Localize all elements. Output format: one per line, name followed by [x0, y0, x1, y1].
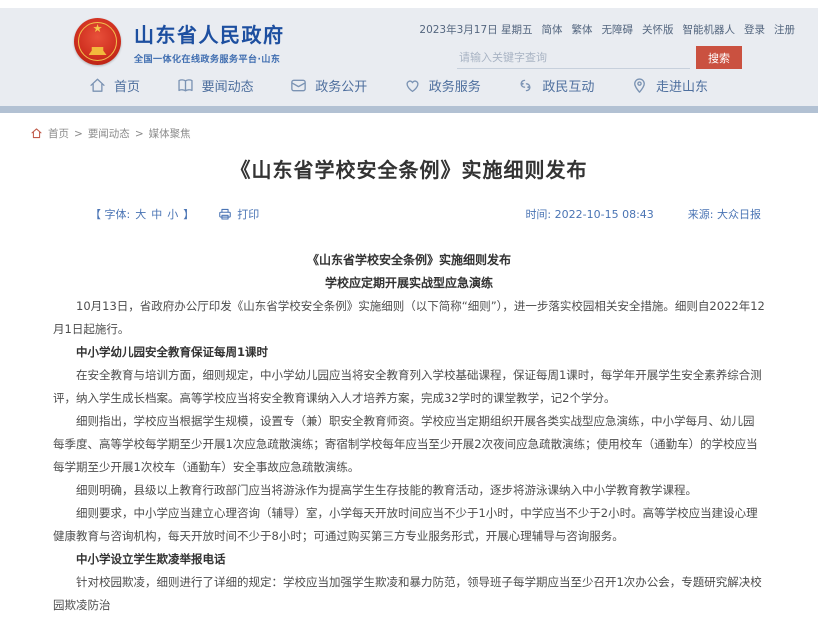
nav-separator-bar	[0, 106, 818, 113]
main-content: 首页 > 要闻动态 > 媒体聚焦 《山东省学校安全条例》实施细则发布 【 字体:…	[0, 113, 818, 617]
nav-item-label: 走进山东	[656, 76, 708, 95]
article-source: 来源: 大众日报	[688, 206, 761, 222]
top-link-simplified[interactable]: 简体	[542, 22, 563, 37]
print-button-label: 打印	[237, 206, 259, 222]
article-meta-row: 【 字体: 大 中 小 】 打印 时间:	[53, 206, 765, 222]
breadcrumb: 首页 > 要闻动态 > 媒体聚焦	[0, 113, 818, 141]
site-header: ★ 山东省人民政府 全国一体化在线政务服务平台·山东 2023年3月17日 星期…	[0, 8, 818, 106]
top-white-strip	[0, 0, 818, 8]
article: 《山东省学校安全条例》实施细则发布 【 字体: 大 中 小 】 打印	[53, 154, 765, 617]
print-button[interactable]: 打印	[218, 206, 259, 222]
home-icon	[88, 76, 107, 95]
printer-icon	[218, 207, 232, 221]
national-emblem-icon: ★	[74, 18, 121, 65]
meta-left: 【 字体: 大 中 小 】 打印	[90, 206, 259, 222]
article-paragraph: 细则明确，县级以上教育行政部门应当将游泳作为提高学生生存技能的教育活动，逐步将游…	[53, 479, 765, 502]
header-right: 2023年3月17日 星期五 简体 繁体 无障碍 关怀版 智能机器人 登录 注册…	[419, 18, 818, 69]
brand-text: 山东省人民政府 全国一体化在线政务服务平台·山东	[134, 19, 285, 65]
main-nav: 首页 要闻动态 政务公开 政务服务	[0, 70, 818, 106]
font-size-control: 【 字体: 大 中 小 】	[90, 206, 194, 222]
nav-item-news[interactable]: 要闻动态	[176, 76, 254, 95]
font-size-medium-button[interactable]: 中	[151, 206, 162, 222]
font-control-suffix: 】	[183, 206, 194, 222]
nav-item-gov-interaction[interactable]: 政民互动	[516, 76, 594, 95]
breadcrumb-item-news[interactable]: 要闻动态	[88, 126, 130, 141]
site-title: 山东省人民政府	[134, 19, 285, 48]
meta-right: 时间: 2022-10-15 08:43 来源: 大众日报	[525, 206, 761, 222]
top-link-login[interactable]: 登录	[744, 22, 765, 37]
search-input[interactable]	[457, 47, 690, 69]
top-link-traditional[interactable]: 繁体	[572, 22, 593, 37]
article-paragraph: 10月13日，省政府办公厅印发《山东省学校安全条例》实施细则（以下简称“细则”）…	[53, 295, 765, 341]
date-text: 2023年3月17日 星期五	[419, 22, 532, 37]
breadcrumb-item-home[interactable]: 首页	[48, 126, 69, 141]
font-size-large-button[interactable]: 大	[135, 206, 146, 222]
article-section-heading: 中小学幼儿园安全教育保证每周1课时	[53, 341, 765, 364]
breadcrumb-item-media-focus: 媒体聚焦	[149, 126, 191, 141]
article-paragraph: 细则要求，中小学应当建立心理咨询（辅导）室，小学每天开放时间应当不少于1小时，中…	[53, 502, 765, 548]
nav-item-gov-service[interactable]: 政务服务	[403, 76, 481, 95]
font-size-small-button[interactable]: 小	[167, 206, 178, 222]
nav-item-label: 政务公开	[315, 76, 367, 95]
article-section-heading: 中小学设立学生欺凌举报电话	[53, 548, 765, 571]
nav-item-label: 政务服务	[429, 76, 481, 95]
brand-logo-link[interactable]: ★ 山东省人民政府 全国一体化在线政务服务平台·山东	[74, 18, 285, 65]
search-button[interactable]: 搜索	[696, 46, 742, 69]
nav-item-home[interactable]: 首页	[88, 76, 140, 95]
header-top: ★ 山东省人民政府 全国一体化在线政务服务平台·山东 2023年3月17日 星期…	[0, 8, 818, 70]
page-title: 《山东省学校安全条例》实施细则发布	[53, 154, 765, 183]
heart-icon	[403, 76, 422, 95]
nav-item-label: 政民互动	[542, 76, 594, 95]
article-subtitle-2: 学校应定期开展实战型应急演练	[53, 272, 765, 295]
nav-item-into-shandong[interactable]: 走进山东	[630, 76, 708, 95]
nav-item-label: 首页	[114, 76, 140, 95]
article-paragraph: 针对校园欺凌，细则进行了详细的规定：学校应当加强学生欺凌和暴力防范，领导班子每学…	[53, 571, 765, 617]
breadcrumb-separator: >	[74, 128, 83, 140]
font-control-prefix: 【 字体:	[90, 206, 130, 222]
site-subtitle: 全国一体化在线政务服务平台·山东	[134, 52, 285, 65]
nav-item-label: 要闻动态	[202, 76, 254, 95]
chat-brackets-icon	[516, 76, 535, 95]
news-icon	[176, 76, 195, 95]
utility-row: 2023年3月17日 星期五 简体 繁体 无障碍 关怀版 智能机器人 登录 注册	[419, 22, 795, 37]
top-link-care-version[interactable]: 关怀版	[642, 22, 674, 37]
top-link-register[interactable]: 注册	[774, 22, 795, 37]
publish-time: 时间: 2022-10-15 08:43	[525, 206, 653, 222]
article-subtitle-1: 《山东省学校安全条例》实施细则发布	[53, 249, 765, 272]
breadcrumb-separator: >	[135, 128, 144, 140]
map-pin-icon	[630, 76, 649, 95]
search-bar: 搜索	[457, 46, 742, 69]
article-paragraph: 细则指出，学校应当根据学生规模，设置专（兼）职安全教育师资。学校应当定期组织开展…	[53, 410, 765, 479]
top-link-smart-robot[interactable]: 智能机器人	[683, 22, 736, 37]
article-body: 《山东省学校安全条例》实施细则发布 学校应定期开展实战型应急演练 10月13日，…	[53, 249, 765, 617]
top-link-accessibility[interactable]: 无障碍	[602, 22, 634, 37]
nav-item-gov-disclosure[interactable]: 政务公开	[289, 76, 367, 95]
article-paragraph: 在安全教育与培训方面，细则规定，中小学幼儿园应当将安全教育列入学校基础课程，保证…	[53, 364, 765, 410]
breadcrumb-home-icon	[30, 127, 43, 140]
mail-icon	[289, 76, 308, 95]
